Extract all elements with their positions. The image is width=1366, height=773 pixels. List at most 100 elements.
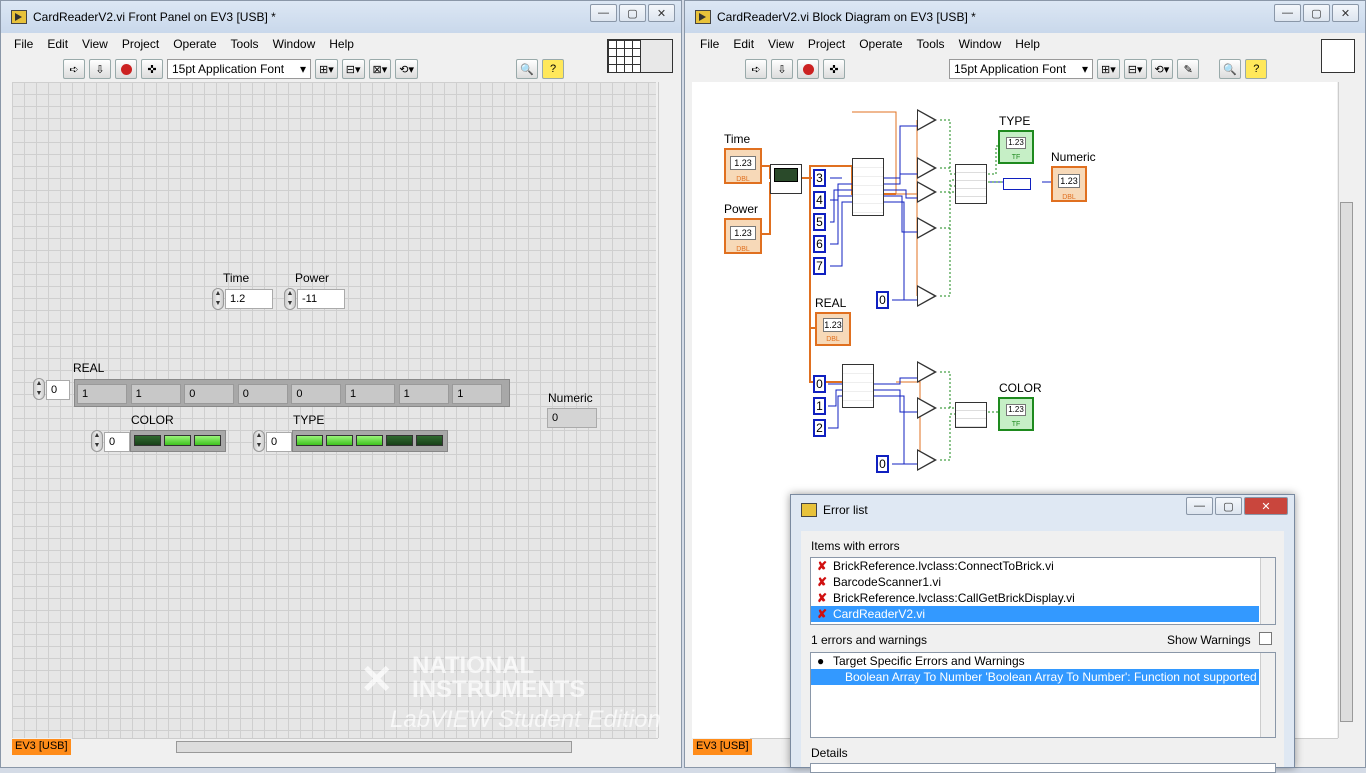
bd-type-terminal[interactable]: 1.23 TF: [998, 130, 1034, 164]
clean-up-diagram-icon[interactable]: ✎: [1177, 59, 1200, 79]
not-equal-icon[interactable]: [917, 217, 937, 239]
errors-list-scrollbar[interactable]: [1260, 653, 1275, 737]
not-equal-icon[interactable]: [917, 109, 937, 131]
power-input[interactable]: -11: [297, 289, 345, 309]
real-index-spinner-icon[interactable]: ▲ ▼: [33, 378, 45, 400]
help-icon[interactable]: ?: [542, 59, 564, 79]
not-equal-icon[interactable]: [917, 397, 937, 419]
menu-window[interactable]: Window: [952, 37, 1009, 51]
not-equal-icon[interactable]: [917, 181, 937, 203]
menu-project[interactable]: Project: [801, 37, 852, 51]
items-list-scrollbar[interactable]: [1260, 558, 1275, 624]
search-icon[interactable]: 🔍: [516, 59, 538, 79]
index-array-node-top[interactable]: [852, 158, 884, 216]
run-arrow-icon[interactable]: ➪: [745, 59, 767, 79]
zero-constant-top[interactable]: 0: [876, 291, 889, 309]
front-panel-vscroll[interactable]: [658, 82, 675, 738]
error-item-row[interactable]: ✘ CardReaderV2.vi: [811, 606, 1259, 622]
errors-warnings-list[interactable]: ● Target Specific Errors and Warnings Boo…: [810, 652, 1276, 738]
error-group-row[interactable]: ● Target Specific Errors and Warnings: [811, 653, 1275, 669]
menu-help[interactable]: Help: [322, 37, 361, 51]
error-message-row[interactable]: Boolean Array To Number 'Boolean Array T…: [811, 669, 1259, 685]
boolean-array-to-number-node[interactable]: [1003, 178, 1031, 190]
color-index-spinner-icon[interactable]: ▲ ▼: [91, 430, 103, 452]
details-box[interactable]: [810, 763, 1276, 773]
menu-tools[interactable]: Tools: [224, 37, 266, 51]
time-input[interactable]: 1.2: [225, 289, 273, 309]
align-objects-icon[interactable]: ⊞▾: [315, 59, 338, 79]
run-arrow-icon[interactable]: ➪: [63, 59, 85, 79]
menu-operate[interactable]: Operate: [852, 37, 909, 51]
menu-tools[interactable]: Tools: [910, 37, 952, 51]
font-select[interactable]: 15pt Application Font ▾: [949, 59, 1093, 79]
real-index-input[interactable]: 0: [46, 380, 70, 400]
minimize-button[interactable]: —: [590, 4, 617, 22]
maximize-button[interactable]: ▢: [1303, 4, 1330, 22]
bd-numeric-terminal[interactable]: 1.23 DBL: [1051, 166, 1087, 202]
bd-real-terminal[interactable]: 1.23 DBL: [815, 312, 851, 346]
menu-view[interactable]: View: [761, 37, 801, 51]
menu-view[interactable]: View: [75, 37, 115, 51]
distribute-objects-icon[interactable]: ⊟▾: [341, 59, 365, 79]
menu-edit[interactable]: Edit: [40, 37, 75, 51]
time-increment-icon[interactable]: ▲ ▼: [212, 288, 224, 310]
front-panel-hscroll[interactable]: [72, 738, 658, 755]
not-equal-icon[interactable]: [917, 449, 937, 471]
align-objects-icon[interactable]: ⊞▾: [1097, 59, 1120, 79]
index-constant[interactable]: 5: [813, 213, 826, 231]
close-button[interactable]: ✕: [648, 4, 675, 22]
barcode-scanner-subvi[interactable]: [770, 164, 802, 194]
menu-window[interactable]: Window: [266, 37, 323, 51]
build-array-node-bottom[interactable]: [955, 402, 987, 428]
index-constant[interactable]: 6: [813, 235, 826, 253]
run-continuously-icon[interactable]: ⇩: [771, 59, 793, 79]
menu-file[interactable]: File: [7, 37, 40, 51]
items-with-errors-list[interactable]: ✘ BrickReference.lvclass:ConnectToBrick.v…: [810, 557, 1276, 625]
bd-power-terminal[interactable]: 1.23 DBL: [724, 218, 762, 254]
help-icon[interactable]: ?: [1245, 59, 1268, 79]
font-select[interactable]: 15pt Application Font ▾: [167, 59, 311, 79]
index-constant[interactable]: 0: [813, 375, 826, 393]
menu-operate[interactable]: Operate: [166, 37, 223, 51]
run-continuously-icon[interactable]: ⇩: [89, 59, 111, 79]
minimize-button[interactable]: —: [1274, 4, 1301, 22]
not-equal-icon[interactable]: [917, 285, 937, 307]
abort-icon[interactable]: [797, 59, 819, 79]
menu-help[interactable]: Help: [1008, 37, 1047, 51]
index-constant[interactable]: 4: [813, 191, 826, 209]
resize-objects-icon[interactable]: ⊠▾: [368, 59, 392, 79]
search-icon[interactable]: 🔍: [1219, 59, 1242, 79]
index-constant[interactable]: 2: [813, 419, 826, 437]
pause-icon[interactable]: ✜: [823, 59, 845, 79]
bd-time-terminal[interactable]: 1.23 DBL: [724, 148, 762, 184]
not-equal-icon[interactable]: [917, 361, 937, 383]
color-index-input[interactable]: 0: [104, 432, 130, 452]
index-array-node-bottom[interactable]: [842, 364, 874, 408]
distribute-objects-icon[interactable]: ⊟▾: [1123, 59, 1147, 79]
index-constant[interactable]: 3: [813, 169, 826, 187]
type-index-spinner-icon[interactable]: ▲ ▼: [253, 430, 265, 452]
type-index-input[interactable]: 0: [266, 432, 292, 452]
zero-constant-bottom[interactable]: 0: [876, 455, 889, 473]
power-increment-icon[interactable]: ▲ ▼: [284, 288, 296, 310]
error-item-row[interactable]: ✘ BarcodeScanner1.vi: [811, 574, 1259, 590]
build-array-node-top[interactable]: [955, 164, 987, 204]
error-item-row[interactable]: ✘ BrickReference.lvclass:ConnectToBrick.v…: [811, 558, 1259, 574]
block-diagram-vscroll[interactable]: [1338, 82, 1355, 738]
maximize-button[interactable]: ▢: [619, 4, 646, 22]
index-constant[interactable]: 1: [813, 397, 826, 415]
menu-edit[interactable]: Edit: [726, 37, 761, 51]
error-item-row[interactable]: ✘ BrickReference.lvclass:CallGetBrickDisp…: [811, 590, 1259, 606]
index-constant[interactable]: 7: [813, 257, 826, 275]
reorder-icon[interactable]: ⟲▾: [1150, 59, 1174, 79]
close-button[interactable]: ✕: [1244, 497, 1288, 515]
show-warnings-checkbox[interactable]: [1259, 632, 1272, 645]
pause-icon[interactable]: ✜: [141, 59, 163, 79]
menu-file[interactable]: File: [693, 37, 726, 51]
not-equal-icon[interactable]: [917, 157, 937, 179]
reorder-icon[interactable]: ⟲▾: [395, 59, 418, 79]
bd-color-terminal[interactable]: 1.23 TF: [998, 397, 1034, 431]
abort-icon[interactable]: [115, 59, 137, 79]
close-button[interactable]: ✕: [1332, 4, 1359, 22]
menu-project[interactable]: Project: [115, 37, 166, 51]
